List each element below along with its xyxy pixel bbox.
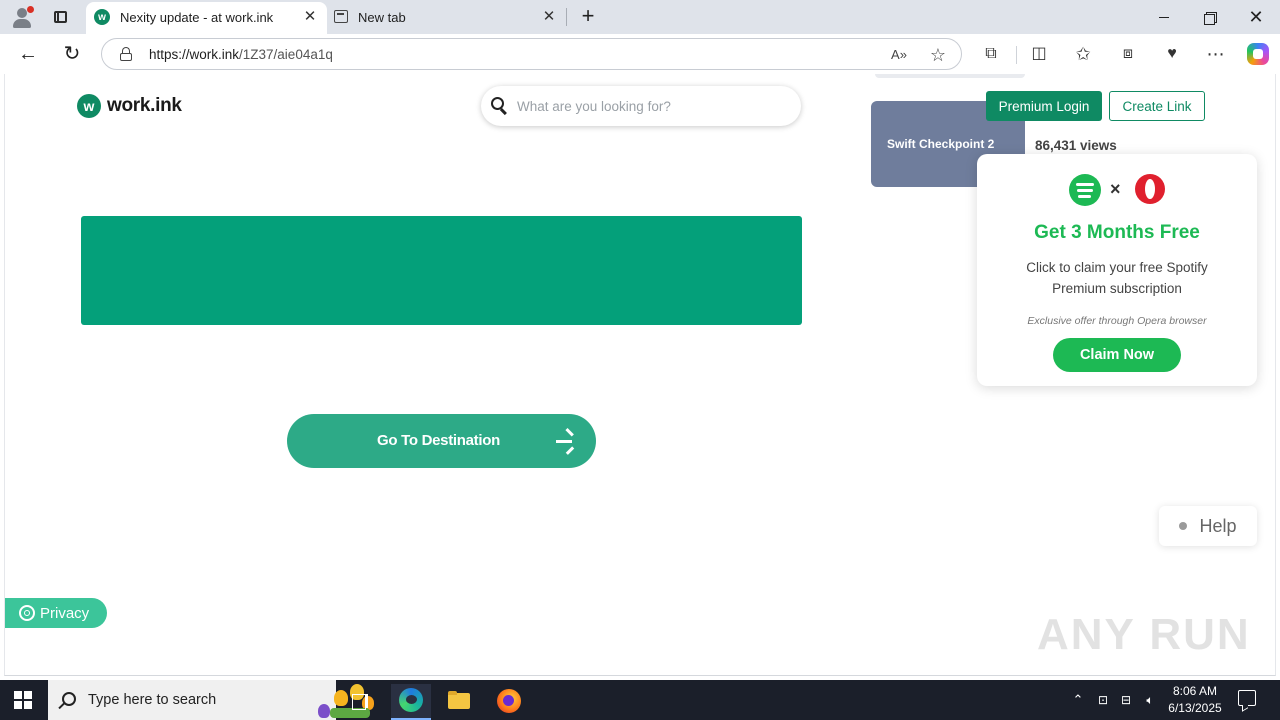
favorites-icon[interactable]: ✩ — [1072, 43, 1094, 65]
privacy-button[interactable]: Privacy — [5, 598, 107, 628]
watermark: ANY RUN — [1037, 610, 1251, 659]
taskbar: Type here to search ⌃ ⊡ ⊟ 🔈︎ 8:06 AM 6/1… — [0, 680, 1280, 720]
view-count: 86,431 views — [1035, 138, 1117, 153]
reload-icon[interactable]: ↻ — [60, 42, 84, 66]
lock-icon[interactable] — [120, 47, 132, 61]
edge-icon — [399, 688, 423, 712]
address-bar[interactable]: https://work.ink/1Z37/aie04a1q A» ☆ — [101, 38, 962, 70]
spotify-offer-card: × Get 3 Months Free Click to claim your … — [977, 154, 1257, 386]
restore-icon[interactable] — [1196, 6, 1224, 28]
tab-new-tab[interactable]: New tab ✕ — [330, 2, 566, 34]
status-dot-icon — [1179, 522, 1188, 530]
thumbnail-strip — [875, 74, 1025, 78]
search-icon — [491, 97, 509, 116]
read-aloud-icon[interactable]: A» — [888, 44, 910, 66]
tab-label: Nexity update - at work.ink — [120, 10, 274, 25]
split-screen-icon[interactable]: ◫ — [1028, 43, 1050, 65]
tab-actions-icon[interactable] — [48, 5, 72, 29]
copilot-icon[interactable] — [1247, 43, 1269, 65]
toolbar-divider — [1016, 46, 1017, 64]
close-icon[interactable]: ✕ — [303, 8, 317, 26]
offer-title: Get 3 Months Free — [1034, 222, 1200, 243]
thumbnail-title: Swift Checkpoint 2 — [887, 137, 995, 151]
create-link-button[interactable]: Create Link — [1109, 91, 1205, 121]
clock[interactable]: 8:06 AM 6/13/2025 — [1166, 683, 1224, 717]
extensions-icon[interactable]: ⧉ — [980, 43, 1002, 65]
offer-text: Click to claim your free Spotify Premium… — [1026, 260, 1208, 296]
chevron-up-icon[interactable]: ⌃ — [1070, 692, 1086, 708]
opera-icon — [1135, 174, 1165, 204]
url-text[interactable]: https://work.ink/1Z37/aie04a1q — [149, 47, 333, 62]
windows-start-icon[interactable] — [14, 691, 32, 709]
help-label: Help — [1199, 515, 1237, 536]
file-explorer-icon[interactable] — [440, 684, 480, 720]
more-icon[interactable]: ⋯ — [1205, 43, 1227, 65]
tab-separator — [566, 8, 567, 26]
performance-icon[interactable]: ♥ — [1161, 43, 1183, 65]
logo-icon: w — [77, 94, 101, 118]
go-to-destination-button[interactable]: Go To Destination — [287, 414, 596, 468]
collections-icon[interactable]: ⧈ — [1117, 43, 1139, 65]
edge-taskbar-icon[interactable] — [391, 684, 431, 720]
page-viewport: w work.ink Swift Checkpoint 2 86,431 vie… — [4, 74, 1276, 676]
times-symbol: × — [1110, 179, 1121, 199]
browser-toolbar: ← ↻ https://work.ink/1Z37/aie04a1q A» ☆ … — [0, 34, 1280, 74]
work-ink-icon: w — [94, 9, 110, 25]
arrow-right-icon — [553, 428, 577, 455]
minimize-icon[interactable] — [1150, 6, 1178, 28]
tab-label: New tab — [358, 10, 406, 25]
task-view-icon[interactable] — [340, 684, 380, 720]
firefox-icon[interactable] — [489, 684, 529, 720]
claim-now-button[interactable]: Claim Now — [1053, 338, 1181, 372]
clock-time: 8:06 AM — [1172, 684, 1218, 698]
ethernet-icon[interactable]: ⊟ — [1118, 692, 1134, 708]
window-close-icon[interactable]: ✕ — [1242, 6, 1270, 28]
new-tab-icon — [334, 10, 348, 23]
plus-icon[interactable]: + — [578, 5, 598, 29]
clock-date: 6/13/2025 — [1168, 701, 1222, 715]
network-icon[interactable]: ⊡ — [1095, 692, 1111, 708]
star-icon[interactable]: ☆ — [927, 44, 949, 66]
premium-login-button[interactable]: Premium Login — [986, 91, 1102, 121]
back-arrow-icon[interactable]: ← — [16, 42, 40, 66]
search-input[interactable] — [517, 96, 787, 116]
notification-icon[interactable] — [1238, 690, 1256, 706]
site-logo[interactable]: w work.ink — [77, 94, 182, 118]
offer-fine-print: Exclusive offer through Opera browser — [1027, 315, 1207, 327]
tab-work-ink[interactable]: w Nexity update - at work.ink ✕ — [86, 2, 327, 34]
spotify-icon — [1069, 174, 1101, 206]
privacy-label: Privacy — [40, 604, 90, 622]
gear-icon — [19, 605, 35, 621]
search-icon — [62, 692, 76, 706]
close-icon[interactable]: ✕ — [542, 8, 556, 26]
logo-text: work.ink — [107, 95, 182, 116]
profile-icon[interactable] — [10, 5, 34, 29]
help-button[interactable]: Help — [1159, 506, 1257, 546]
ad-banner[interactable] — [81, 216, 802, 325]
go-button-label: Go To Destination — [377, 432, 500, 449]
taskbar-search[interactable]: Type here to search — [48, 680, 374, 720]
tab-strip: w Nexity update - at work.ink ✕ New tab … — [0, 0, 1280, 34]
taskbar-search-text: Type here to search — [88, 692, 217, 708]
volume-icon[interactable]: 🔈︎ — [1142, 692, 1158, 708]
search-bar — [481, 86, 801, 126]
